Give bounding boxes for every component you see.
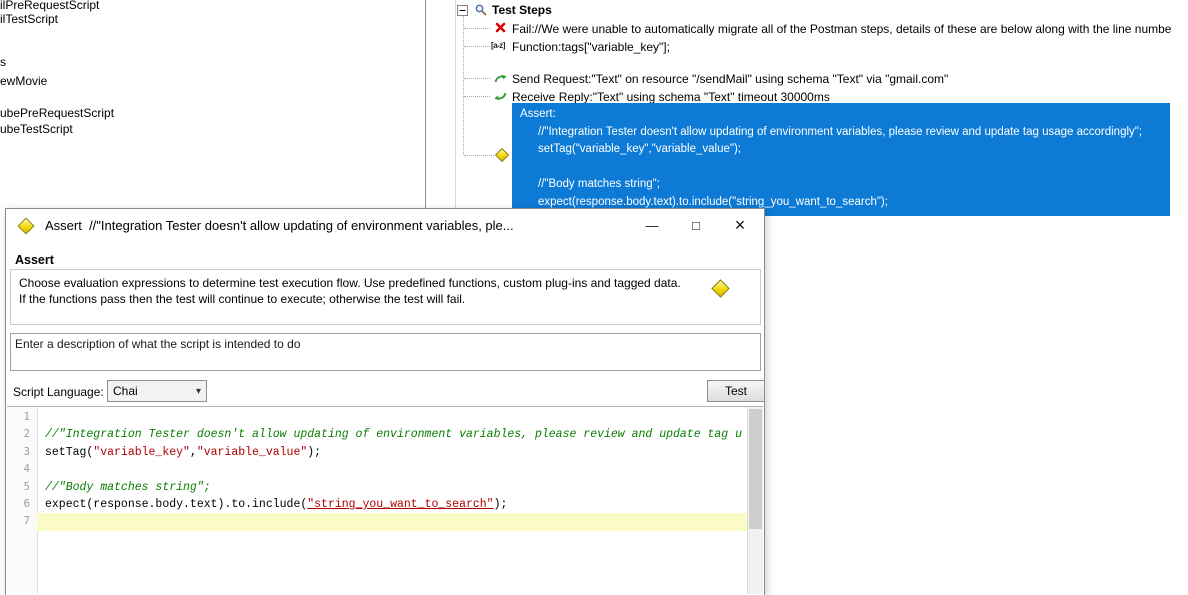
tree-connector [463, 16, 464, 155]
code-line: 5 //"Body matches string"; [7, 479, 748, 496]
code-text: ); [494, 498, 508, 511]
minimize-button[interactable]: — [630, 209, 674, 242]
code-line: 2 //"Integration Tester doesn't allow up… [7, 426, 748, 443]
code-string: "variable_value" [197, 446, 307, 459]
tree-connector [464, 96, 490, 97]
line-number: 3 [7, 444, 37, 461]
send-request-step[interactable]: Send Request:"Text" on resource "/sendMa… [512, 71, 1188, 87]
chevron-down-icon: ▾ [196, 386, 201, 397]
collapse-toggle[interactable] [457, 5, 468, 16]
assert-icon [18, 217, 35, 234]
application-window: ilPreRequestScript ilTestScript s ewMovi… [0, 0, 1188, 595]
line-number: 7 [7, 513, 37, 530]
tree-item[interactable]: ilTestScript [0, 12, 58, 27]
function-step[interactable]: Function:tags["variable_key"]; [512, 39, 1188, 55]
code-string: "variable_key" [93, 446, 190, 459]
tree-item[interactable]: ewMovie [0, 74, 47, 89]
script-description-input[interactable]: Enter a description of what the script i… [10, 333, 761, 371]
code-editor[interactable]: 1 2 //"Integration Tester doesn't allow … [7, 406, 763, 594]
fail-step[interactable]: Fail://We were unable to automatically m… [512, 21, 1188, 37]
panel-splitter[interactable] [425, 0, 426, 208]
fail-step-label: Fail://We were unable to automatically m… [512, 22, 1171, 36]
function-step-icon: [a-z] [491, 41, 505, 50]
code-line-current: 7 [7, 513, 748, 530]
code-text: setTag( [45, 446, 93, 459]
tree-item[interactable]: s [0, 55, 6, 70]
line-number: 1 [7, 409, 37, 426]
dialog-titlebar[interactable]: Assert //"Integration Tester doesn't all… [6, 209, 764, 242]
assert-dialog: Assert //"Integration Tester doesn't all… [5, 208, 765, 595]
close-button[interactable]: × [718, 209, 762, 242]
line-number: 6 [7, 496, 37, 513]
description-text: If the functions pass then the test will… [19, 292, 465, 306]
code-comment: //"Body matches string"; [45, 481, 211, 494]
send-request-icon [494, 72, 508, 86]
test-suite-icon [474, 3, 488, 17]
code-line: 1 [7, 409, 748, 426]
assert-line [518, 159, 1164, 177]
dialog-heading: Assert [15, 253, 54, 267]
function-step-label: Function:tags["variable_key"]; [512, 40, 670, 54]
assert-icon [711, 279, 729, 297]
scrollbar-thumb[interactable] [749, 409, 762, 529]
code-text: , [190, 446, 197, 459]
assert-line: //"Body matches string"; [518, 176, 1164, 194]
assert-step-icon [495, 148, 509, 162]
code-lines: 1 2 //"Integration Tester doesn't allow … [7, 409, 748, 531]
code-string: "string_you_want_to_search" [307, 498, 493, 511]
tree-connector [464, 46, 490, 47]
receive-reply-label: Receive Reply:"Text" using schema "Text"… [512, 90, 830, 104]
dialog-title: Assert //"Integration Tester doesn't all… [45, 218, 630, 233]
receive-reply-icon [494, 90, 508, 104]
script-language-value: Chai [113, 384, 138, 398]
description-text: Choose evaluation expressions to determi… [19, 276, 681, 290]
test-button[interactable]: Test [707, 380, 765, 402]
code-line: 3 setTag("variable_key","variable_value"… [7, 444, 748, 461]
tree-connector [464, 155, 494, 156]
code-text: expect(response.body.text).to.include( [45, 498, 307, 511]
code-line: 4 [7, 461, 748, 478]
panel-border [455, 0, 456, 208]
assert-line: Assert: [518, 106, 1164, 124]
editor-scrollbar[interactable] [747, 407, 763, 594]
tree-connector [464, 28, 490, 29]
maximize-button[interactable]: □ [674, 209, 718, 242]
code-text: ); [307, 446, 321, 459]
script-language-label: Script Language: [13, 385, 104, 399]
tree-item[interactable]: ubePreRequestScript [0, 106, 114, 121]
tree-connector [464, 78, 490, 79]
line-number: 4 [7, 461, 37, 478]
description-groupbox: Choose evaluation expressions to determi… [10, 269, 761, 325]
assert-step-selected[interactable]: Assert: //"Integration Tester doesn't al… [512, 103, 1170, 216]
fail-step-icon [495, 22, 509, 36]
tree-item[interactable]: ubeTestScript [0, 122, 73, 137]
code-comment: //"Integration Tester doesn't allow upda… [45, 428, 742, 441]
test-steps-root-label[interactable]: Test Steps [492, 3, 552, 17]
code-line: 6 expect(response.body.text).to.include(… [7, 496, 748, 513]
send-request-label: Send Request:"Text" on resource "/sendMa… [512, 72, 948, 86]
assert-line: //"Integration Tester doesn't allow upda… [518, 124, 1164, 142]
script-language-select[interactable]: Chai ▾ [107, 380, 207, 402]
line-number: 2 [7, 426, 37, 443]
line-number: 5 [7, 479, 37, 496]
assert-line: setTag("variable_key","variable_value"); [518, 141, 1164, 159]
